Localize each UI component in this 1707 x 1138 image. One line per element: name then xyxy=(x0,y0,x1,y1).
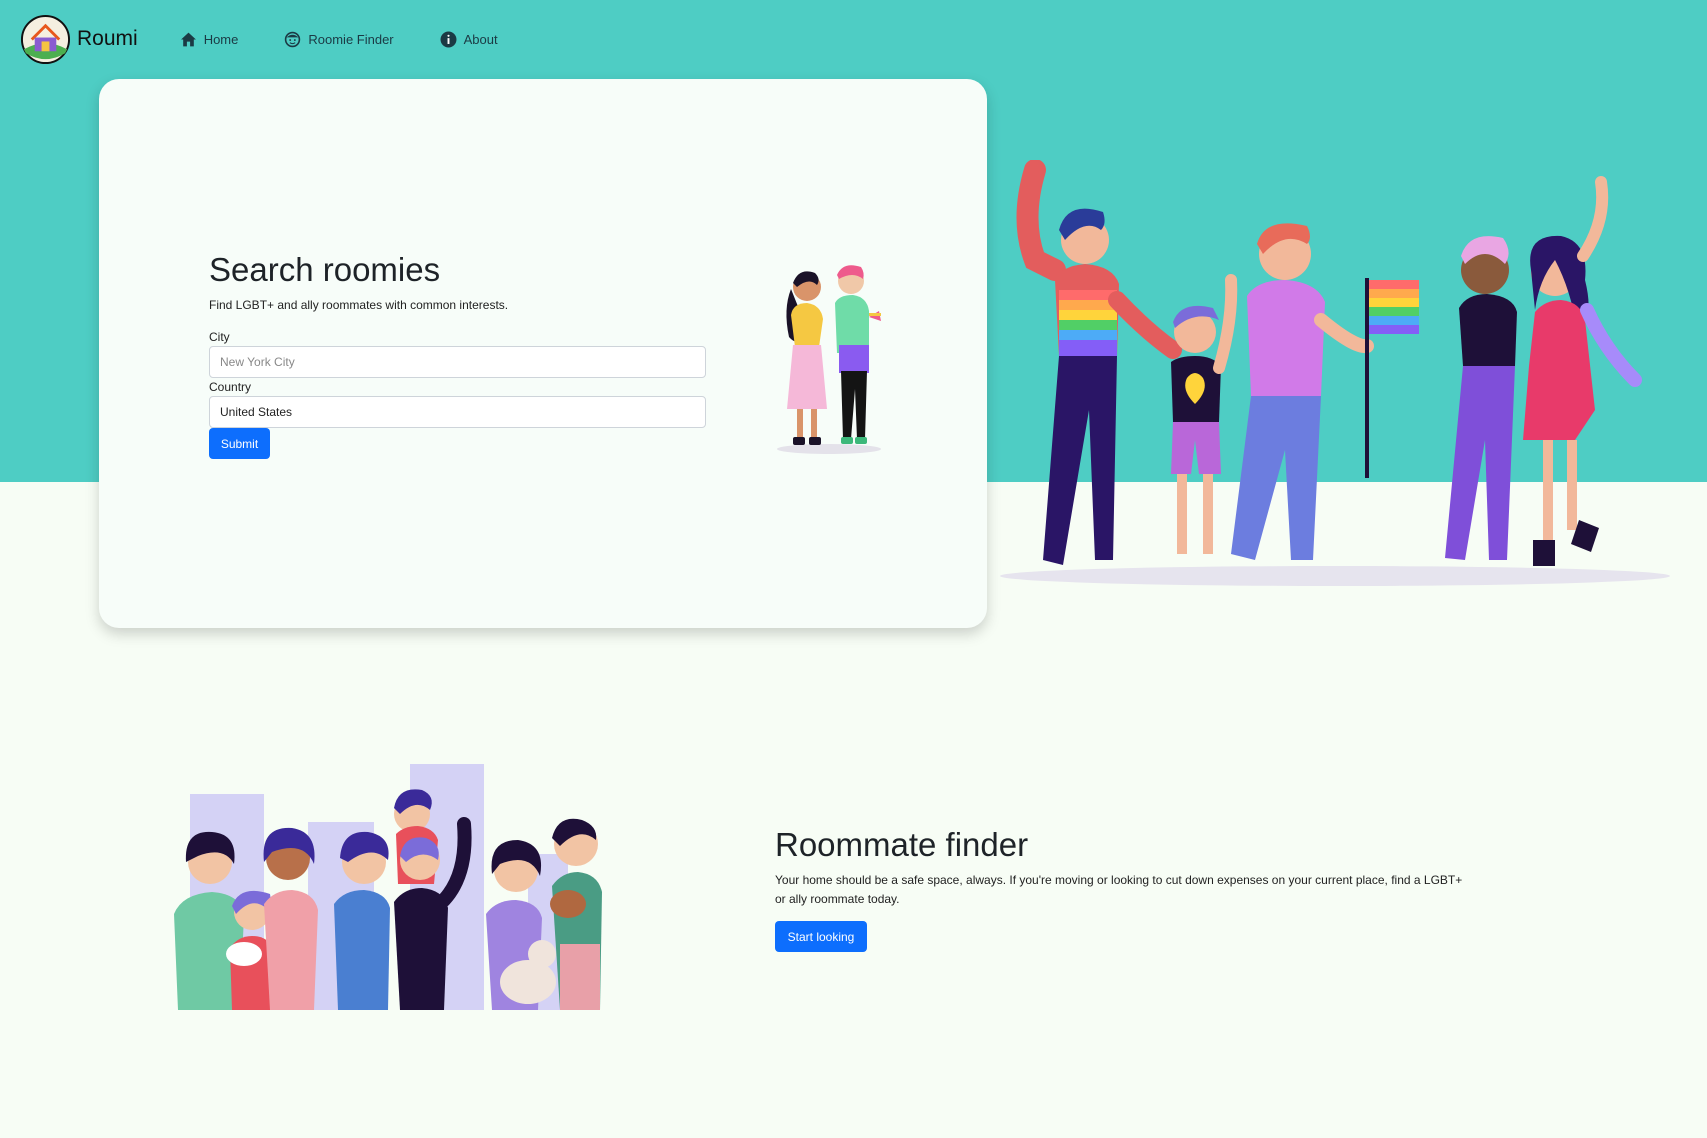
country-input[interactable] xyxy=(209,396,706,428)
nav-item-home[interactable]: Home xyxy=(180,31,239,48)
face-icon xyxy=(285,31,301,47)
nav-links: Home Roomie Finder About xyxy=(180,31,544,48)
brand-link[interactable]: Roumi xyxy=(20,14,138,65)
city-label: City xyxy=(209,330,230,344)
house-logo-icon xyxy=(20,14,71,64)
search-subtitle: Find LGBT+ and ally roommates with commo… xyxy=(209,298,509,312)
nav-item-about[interactable]: About xyxy=(440,31,498,48)
finder-description: Your home should be a safe space, always… xyxy=(775,873,1463,906)
country-label: Country xyxy=(209,380,252,394)
page: Roumi Home Roomie Finder About Search ro… xyxy=(0,0,1707,1138)
info-icon xyxy=(440,31,457,47)
city-input[interactable] xyxy=(209,346,706,378)
couple-illustration xyxy=(777,265,881,454)
home-icon xyxy=(180,32,196,46)
pride-crowd-illustration xyxy=(1000,160,1670,586)
finder-title: Roommate finder xyxy=(775,826,1029,863)
nav-item-label: Home xyxy=(203,31,239,47)
search-card: Search roomies Find LGBT+ and ally roomm… xyxy=(99,79,987,628)
start-looking-button[interactable]: Start looking xyxy=(775,921,867,952)
navbar: Roumi Home Roomie Finder About xyxy=(0,0,1707,78)
nav-item-label: Roomie Finder xyxy=(308,31,394,47)
brand-name: Roumi xyxy=(77,27,138,50)
submit-button[interactable]: Submit xyxy=(209,428,270,459)
search-title: Search roomies xyxy=(209,251,441,288)
nav-item-roomie-finder[interactable]: Roomie Finder xyxy=(284,31,394,48)
family-illustration xyxy=(174,764,602,1010)
nav-item-label: About xyxy=(463,31,498,47)
